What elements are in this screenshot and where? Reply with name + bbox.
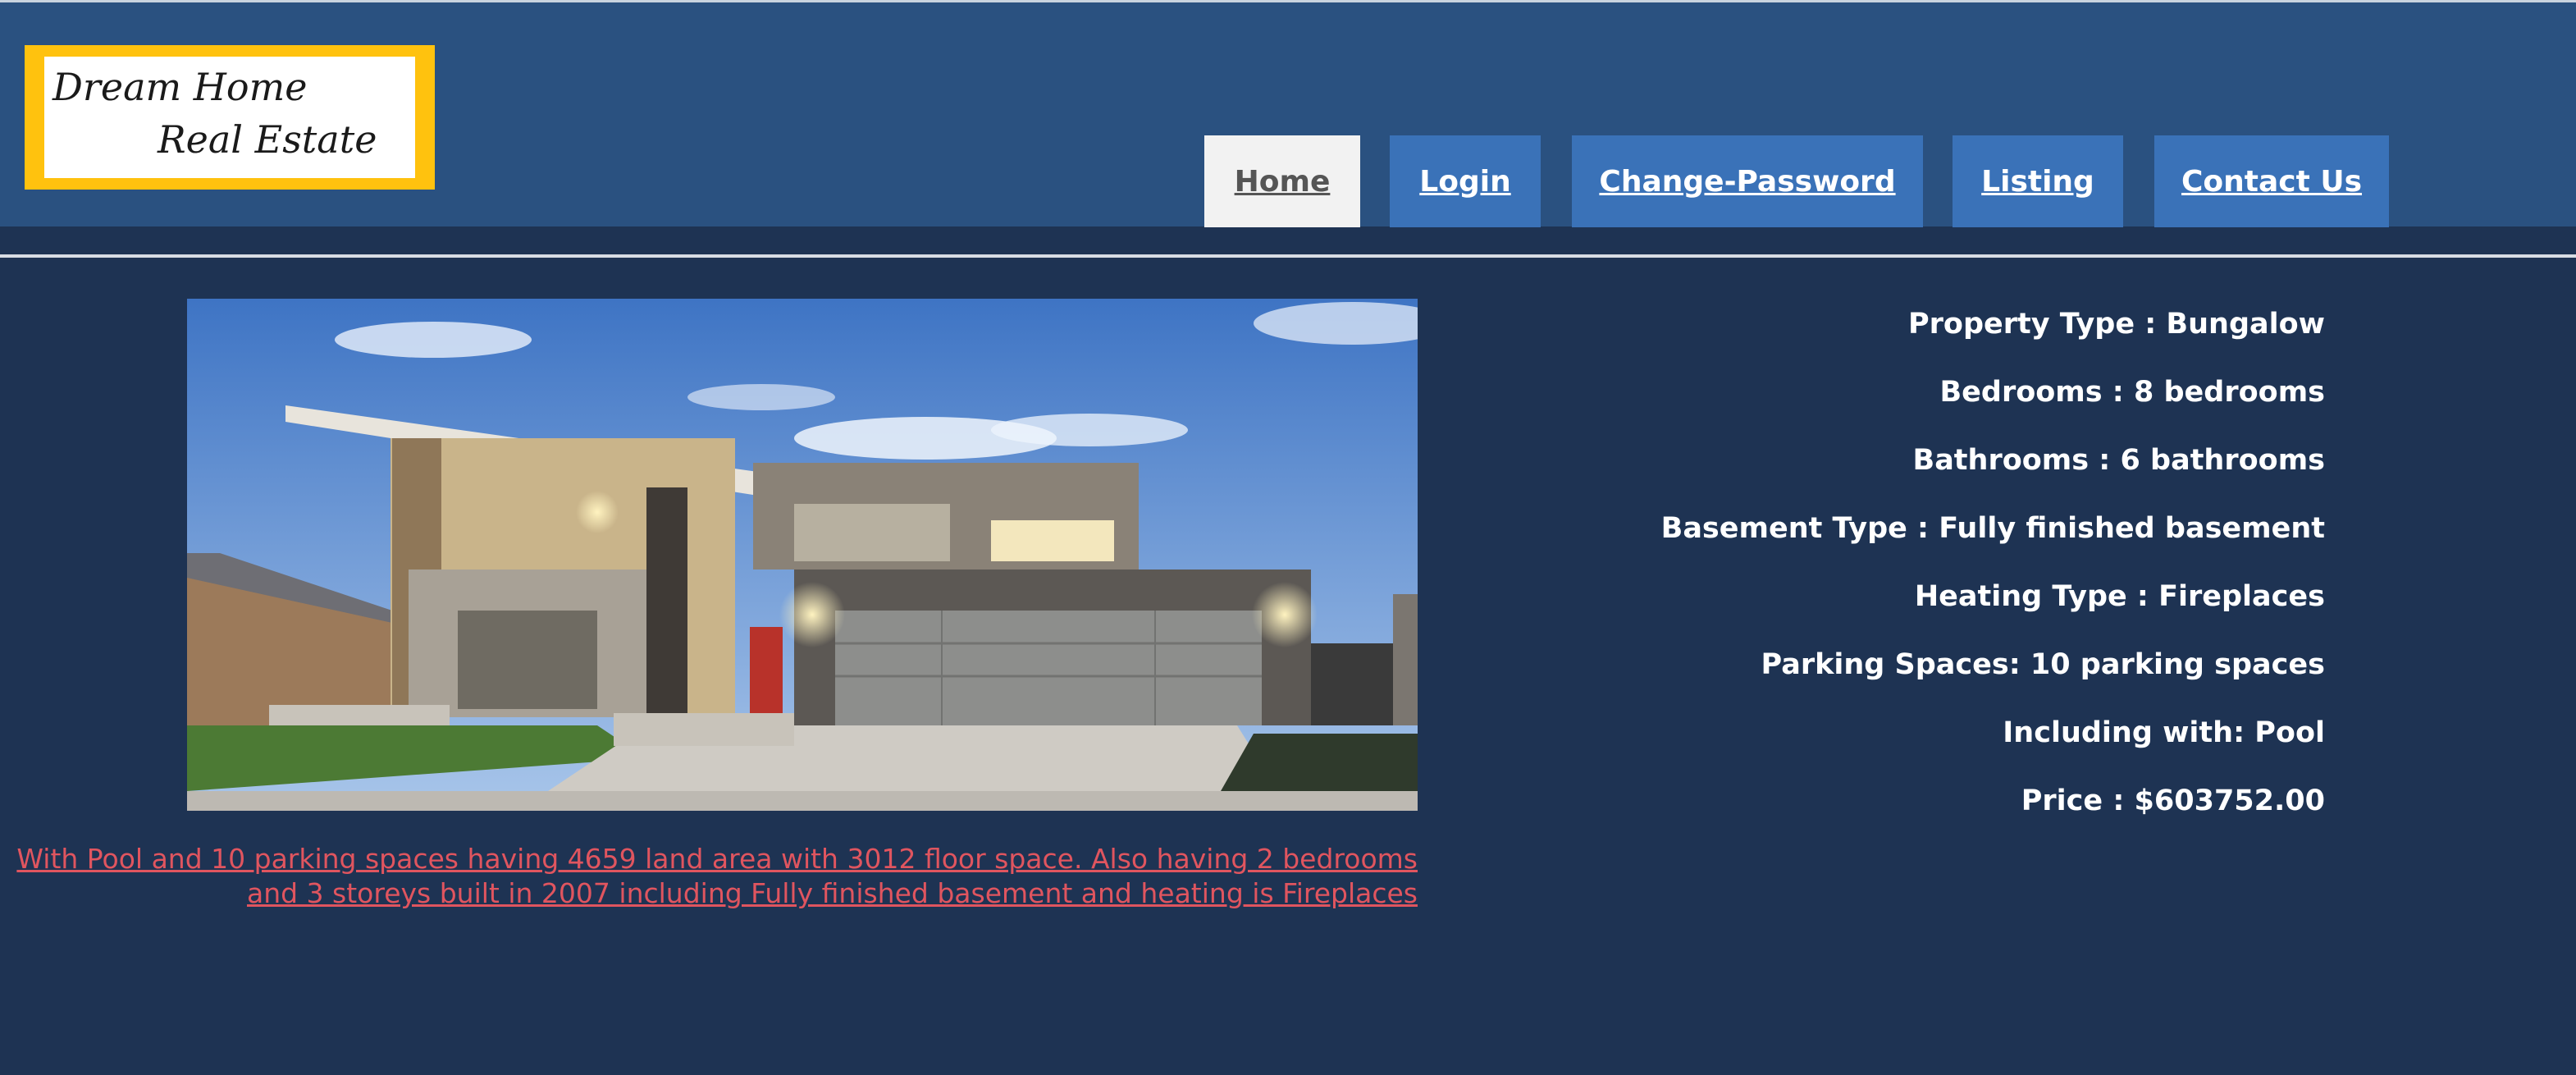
nav-login[interactable]: Login	[1390, 135, 1541, 227]
header-divider	[0, 254, 2576, 258]
logo-panel: Dream Home Real Estate	[44, 57, 415, 178]
detail-including-with: Including with: Pool	[2003, 716, 2325, 749]
property-description-link[interactable]: With Pool and 10 parking spaces having 4…	[16, 842, 1418, 911]
detail-heating-type: Heating Type : Fireplaces	[1914, 580, 2325, 613]
property-details: Property Type : Bungalow Bedrooms : 8 be…	[1661, 304, 2325, 849]
detail-parking-spaces: Parking Spaces: 10 parking spaces	[1761, 648, 2325, 681]
property-photo	[187, 299, 1418, 811]
nav-change-password[interactable]: Change-Password	[1572, 135, 1923, 227]
logo-line-2: Real Estate	[158, 117, 377, 162]
logo-line-1: Dream Home	[53, 65, 308, 109]
detail-property-type: Property Type : Bungalow	[1908, 308, 2325, 341]
nav-home[interactable]: Home	[1204, 135, 1360, 227]
detail-price: Price : $603752.00	[2021, 785, 2325, 817]
site-logo[interactable]: Dream Home Real Estate	[25, 45, 435, 190]
detail-bathrooms: Bathrooms : 6 bathrooms	[1912, 444, 2325, 477]
site-header: Dream Home Real Estate Home Login Change…	[0, 0, 2576, 227]
nav-listing[interactable]: Listing	[1953, 135, 2123, 227]
nav-contact-us[interactable]: Contact Us	[2154, 135, 2389, 227]
detail-bedrooms: Bedrooms : 8 bedrooms	[1939, 376, 2325, 409]
detail-basement-type: Basement Type : Fully finished basement	[1660, 512, 2325, 545]
